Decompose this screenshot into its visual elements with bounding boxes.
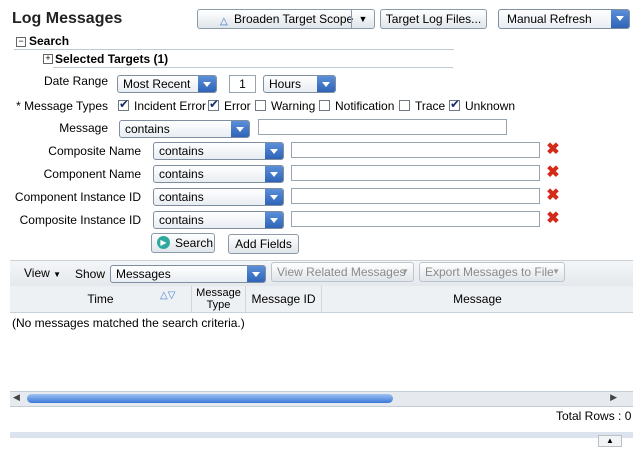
collapse-up-icon[interactable]: ▲ — [598, 435, 622, 447]
component-name-input[interactable] — [291, 165, 540, 181]
table-header: Time △▽ Message Type Message ID Message — [10, 286, 633, 313]
column-message-id[interactable]: Message ID — [246, 286, 322, 312]
scroll-left-icon[interactable]: ◀ — [13, 392, 20, 403]
divider — [14, 49, 454, 50]
incident-error-label: Incident Error — [134, 99, 207, 113]
warning-label: Warning — [271, 99, 316, 113]
dropdown-arrow-icon — [265, 189, 283, 205]
caret-down-icon: ▼ — [53, 270, 62, 279]
composite-instance-id-op-select[interactable]: contains — [153, 211, 284, 229]
remove-icon[interactable]: ✖ — [546, 142, 560, 158]
message-input[interactable] — [258, 119, 507, 135]
unknown-checkbox[interactable] — [449, 97, 460, 111]
notification-label: Notification — [335, 99, 395, 113]
error-checkbox[interactable] — [208, 97, 219, 111]
page-title: Log Messages — [12, 10, 123, 27]
broaden-target-scope-button[interactable]: △ Broaden Target Scope ▼ — [197, 9, 375, 29]
composite-name-op-select[interactable]: contains — [153, 142, 284, 160]
message-types-label: * Message Types — [16, 99, 108, 113]
dropdown-arrow-icon — [317, 76, 335, 92]
dropdown-arrow-icon — [247, 266, 265, 282]
remove-icon[interactable]: ✖ — [546, 211, 560, 227]
incident-error-checkbox[interactable] — [118, 97, 129, 111]
scroll-thumb[interactable] — [27, 394, 393, 403]
composite-name-label: Composite Name — [48, 144, 141, 158]
dropdown-arrow-icon — [198, 76, 216, 92]
unit-select[interactable]: Hours — [263, 75, 336, 93]
expand-icon[interactable]: + — [43, 54, 53, 64]
component-instance-id-label: Component Instance ID — [14, 190, 141, 204]
chevron-down-icon: ▼ — [401, 267, 409, 276]
message-op-select[interactable]: contains — [119, 120, 250, 138]
warning-checkbox[interactable] — [255, 100, 266, 111]
selected-targets-label[interactable]: Selected Targets (1) — [55, 52, 168, 66]
total-rows: Total Rows : 0 — [556, 409, 632, 423]
horizontal-scrollbar[interactable]: ◀ ▶ — [10, 391, 633, 407]
collapse-icon[interactable]: − — [16, 37, 26, 47]
divider — [53, 67, 453, 68]
composite-name-input[interactable] — [291, 142, 540, 158]
notification-checkbox[interactable] — [319, 100, 330, 111]
column-message[interactable]: Message — [322, 286, 633, 312]
sort-icon[interactable]: △▽ — [160, 290, 175, 301]
play-icon: ▶ — [157, 236, 170, 249]
date-range-label: Date Range — [43, 74, 108, 88]
component-instance-id-op-select[interactable]: contains — [153, 188, 284, 206]
unknown-label: Unknown — [465, 99, 516, 113]
show-select[interactable]: Messages — [110, 265, 266, 283]
dropdown-arrow-icon — [265, 212, 283, 228]
view-menu[interactable]: View ▼ — [24, 266, 61, 280]
view-related-messages-button[interactable]: View Related Messages ▼ — [271, 262, 414, 282]
scroll-right-icon[interactable]: ▶ — [610, 392, 617, 403]
search-button[interactable]: ▶ Search — [151, 233, 215, 253]
footer-bar — [10, 432, 633, 438]
component-instance-id-input[interactable] — [291, 188, 540, 204]
count-input[interactable]: 1 — [229, 75, 256, 93]
show-label: Show — [75, 267, 106, 281]
dropdown-arrow-icon — [611, 10, 629, 28]
trace-label: Trace — [415, 99, 446, 113]
component-name-label: Component Name — [43, 167, 141, 181]
date-range-select[interactable]: Most Recent — [117, 75, 217, 93]
trace-checkbox[interactable] — [399, 100, 410, 111]
column-message-type[interactable]: Message Type — [192, 286, 246, 312]
message-label: Message — [59, 121, 108, 135]
dropdown-arrow-icon — [265, 166, 283, 182]
remove-icon[interactable]: ✖ — [546, 165, 560, 181]
target-log-files-button[interactable]: Target Log Files... — [380, 9, 487, 29]
component-name-op-select[interactable]: contains — [153, 165, 284, 183]
composite-instance-id-label: Composite Instance ID — [19, 213, 141, 227]
search-section-label: Search — [29, 34, 70, 48]
composite-instance-id-input[interactable] — [291, 211, 540, 227]
triangle-up-icon: △ — [220, 16, 228, 27]
add-fields-button[interactable]: Add Fields — [228, 234, 299, 254]
empty-message: (No messages matched the search criteria… — [12, 316, 245, 330]
chevron-down-icon[interactable]: ▼ — [351, 10, 374, 28]
export-messages-button[interactable]: Export Messages to File ▼ — [419, 262, 565, 282]
remove-icon[interactable]: ✖ — [546, 188, 560, 204]
dropdown-arrow-icon — [265, 143, 283, 159]
refresh-select[interactable]: Manual Refresh — [498, 9, 630, 29]
error-label: Error — [224, 99, 251, 113]
chevron-down-icon: ▼ — [552, 267, 560, 276]
dropdown-arrow-icon — [231, 121, 249, 137]
